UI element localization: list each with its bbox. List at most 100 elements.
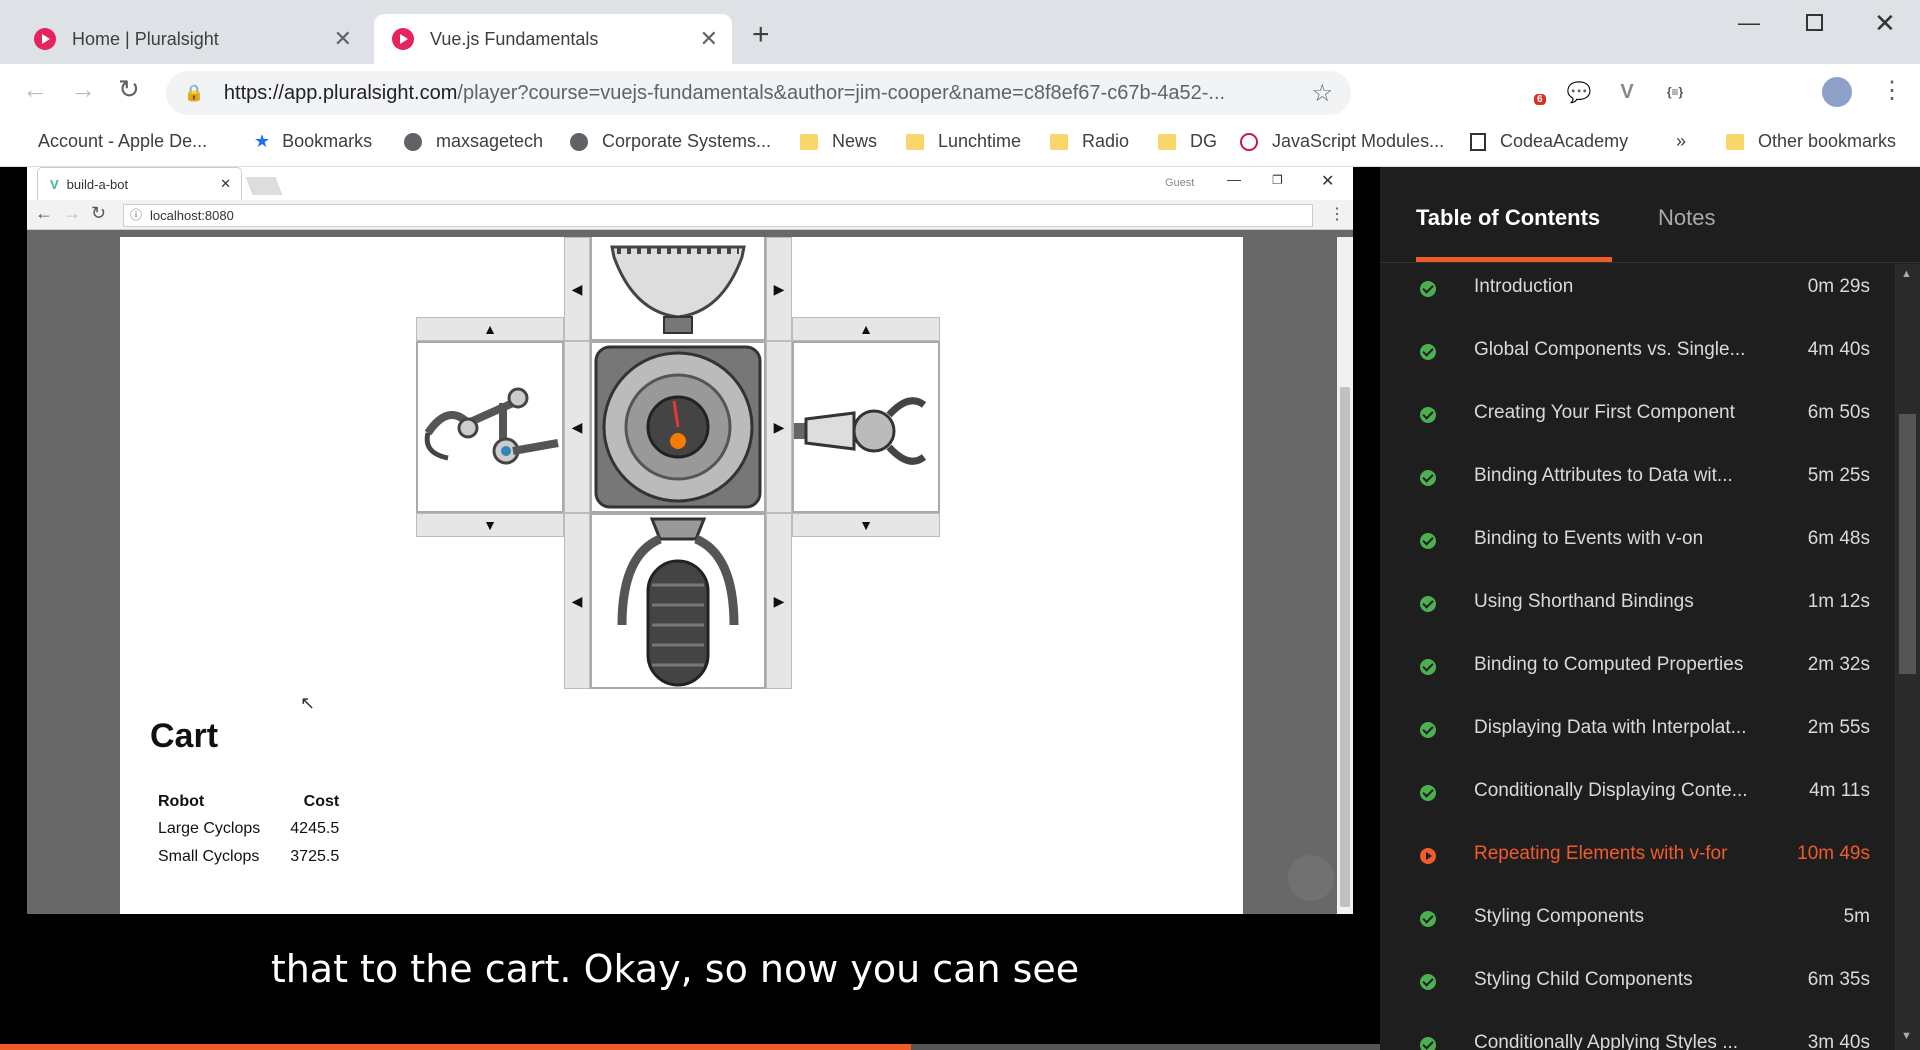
robot-torso-icon [594,345,762,509]
tab-notes[interactable]: Notes [1658,205,1715,231]
bookmark-news[interactable]: News [800,131,877,152]
extension-v-icon[interactable]: V [1613,78,1641,106]
extension-cors-icon[interactable]: CORS [1421,78,1449,106]
inner-tab-strip: V build-a-bot ✕ Guest — ❐ ✕ [27,167,1353,200]
folder-icon [1050,133,1068,150]
toc-item[interactable]: Global Components vs. Single... 4m 40s [1380,327,1900,390]
extension-s-icon[interactable]: S [1373,78,1401,106]
tab-table-of-contents[interactable]: Table of Contents [1416,205,1600,231]
completed-check-icon [1420,974,1436,990]
tab-title: Vue.js Fundamentals [430,28,599,49]
back-icon[interactable]: ← [22,74,48,105]
cell-robot: Small Cyclops [158,848,260,865]
toc-item-duration: 5m [1843,906,1870,927]
toc-item[interactable]: Repeating Elements with v-for 10m 49s [1380,831,1900,894]
globe-icon [404,132,422,151]
toc-item[interactable]: Styling Child Components 6m 35s [1380,957,1900,1020]
bookmark-lunchtime[interactable]: Lunchtime [906,131,1021,152]
tab-home-pluralsight[interactable]: Home | Pluralsight ✕ [16,14,366,64]
forward-icon[interactable]: → [70,74,96,105]
base-part [590,513,766,689]
inner-tab: V build-a-bot ✕ [37,167,242,200]
new-tab-button[interactable]: + [752,18,770,52]
video-player[interactable]: V build-a-bot ✕ Guest — ❐ ✕ ← → ↻ ⓘ loca… [0,167,1380,1050]
cell-cost: 3725.5 [290,848,340,865]
toc-item[interactable]: Using Shorthand Bindings 1m 12s [1380,579,1900,642]
bookmark-radio[interactable]: Radio [1050,131,1129,152]
inner-scrollbar [1337,237,1353,914]
profile-avatar[interactable] [1822,77,1852,107]
extension-a-icon[interactable]: a6 [1517,78,1546,106]
bookmarks-overflow[interactable]: » [1676,131,1686,152]
inner-new-tab [245,177,283,195]
star-icon: ★ [254,131,271,151]
address-host: https://app.pluralsight.com [223,81,458,104]
completed-check-icon [1420,722,1436,738]
video-progress-bar[interactable] [0,1044,1380,1050]
cell-robot: Large Cyclops [158,820,261,837]
toc-item[interactable]: Creating Your First Component 6m 50s [1380,390,1900,453]
base-next-button: ▶ [766,513,792,689]
sidebar-scrollbar[interactable]: ▲ ▼ [1895,264,1920,1050]
tab-vuejs-fundamentals[interactable]: Vue.js Fundamentals ✕ [374,14,732,64]
extension-messenger-icon[interactable]: … [1757,78,1785,106]
scroll-up-icon[interactable]: ▲ [1901,268,1912,280]
vue-logo-icon: V [50,176,59,192]
extension-pinterest-icon[interactable]: P [1709,78,1737,106]
completed-check-icon [1420,785,1436,801]
bookmark-other-bookmarks[interactable]: Other bookmarks [1726,131,1896,152]
extension-json-icon[interactable]: {≡} [1661,78,1689,106]
completed-check-icon [1420,596,1436,612]
extension-pdf-icon[interactable]: PDF [1469,78,1497,106]
toc-item[interactable]: Binding Attributes to Data wit... 5m 25s [1380,453,1900,516]
toc-item-title: Styling Child Components [1474,969,1693,990]
claw-arm-icon [424,387,559,465]
toc-item-duration: 5m 25s [1807,465,1870,486]
toc-item-duration: 10m 49s [1797,843,1870,864]
toc-item[interactable]: Binding to Events with v-on 6m 48s [1380,516,1900,579]
close-tab-icon[interactable]: ✕ [334,26,352,52]
inner-forward-icon: → [63,203,81,223]
build-a-bot-page: ▲ ▼ ◀ ▶ ◀ ▶ ▲ ▼ ◀ ▶ ↖ Cart Robot Cost La… [120,237,1243,914]
table-header-row: Robot Cost [152,789,345,815]
head-prev-button: ◀ [564,237,590,341]
menu-icon[interactable]: ⋮ [1880,76,1904,105]
extension-comment-icon[interactable]: 💬 [1565,78,1593,106]
torso-next-button: ▶ [766,341,792,513]
bookmark-star-icon[interactable]: ☆ [1311,79,1333,108]
table-row: Large Cyclops 4245.5 [152,815,345,843]
maximize-button[interactable] [1806,14,1823,31]
cell-cost: 4245.5 [290,820,340,837]
minimize-button[interactable]: — [1738,10,1760,36]
bookmark-javascript-modules[interactable]: JavaScript Modules... [1240,131,1444,152]
bookmark-corporate-systems[interactable]: Corporate Systems... [570,131,771,152]
toc-item-title: Global Components vs. Single... [1474,339,1746,360]
inner-scroll-thumb [1340,387,1350,907]
close-window-button[interactable]: ✕ [1874,8,1896,39]
bookmark-maxsagetech[interactable]: maxsagetech [404,131,543,152]
sidebar-scroll-thumb[interactable] [1899,414,1916,674]
bookmark-account-apple[interactable]: Account - Apple De... [26,131,207,152]
toc-item[interactable]: Displaying Data with Interpolat... 2m 55s [1380,705,1900,768]
mouse-cursor-icon: ↖ [300,693,316,713]
course-sidebar: Table of Contents Notes Introduction 0m 2… [1380,167,1920,1050]
toc-item[interactable]: Conditionally Displaying Conte... 4m 11s [1380,768,1900,831]
play-overlay-icon[interactable] [1288,855,1334,901]
torso-part [590,341,766,513]
pincer-arm-icon [794,397,927,465]
toc-item[interactable]: Styling Components 5m [1380,894,1900,957]
toc-item-title: Introduction [1474,276,1574,297]
scroll-down-icon[interactable]: ▼ [1901,1030,1912,1042]
bookmark-bookmarks[interactable]: ★ Bookmarks [254,131,372,152]
bookmark-dg[interactable]: DG [1158,131,1217,152]
bookmark-codeacademy[interactable]: CodeaAcademy [1470,131,1628,152]
toc-item-duration: 6m 50s [1807,402,1870,423]
toc-item[interactable]: Binding to Computed Properties 2m 32s [1380,642,1900,705]
toc-item[interactable]: Conditionally Applying Styles ... 3m 40s [1380,1020,1900,1050]
toc-item-duration: 6m 48s [1807,528,1870,549]
toc-item[interactable]: Introduction 0m 29s [1380,264,1900,327]
reload-icon[interactable]: ↻ [118,74,140,105]
address-bar[interactable]: 🔒 https://app.pluralsight.com/player?cou… [166,71,1351,115]
toc-item-duration: 3m 40s [1807,1032,1870,1050]
close-tab-icon[interactable]: ✕ [700,26,718,52]
